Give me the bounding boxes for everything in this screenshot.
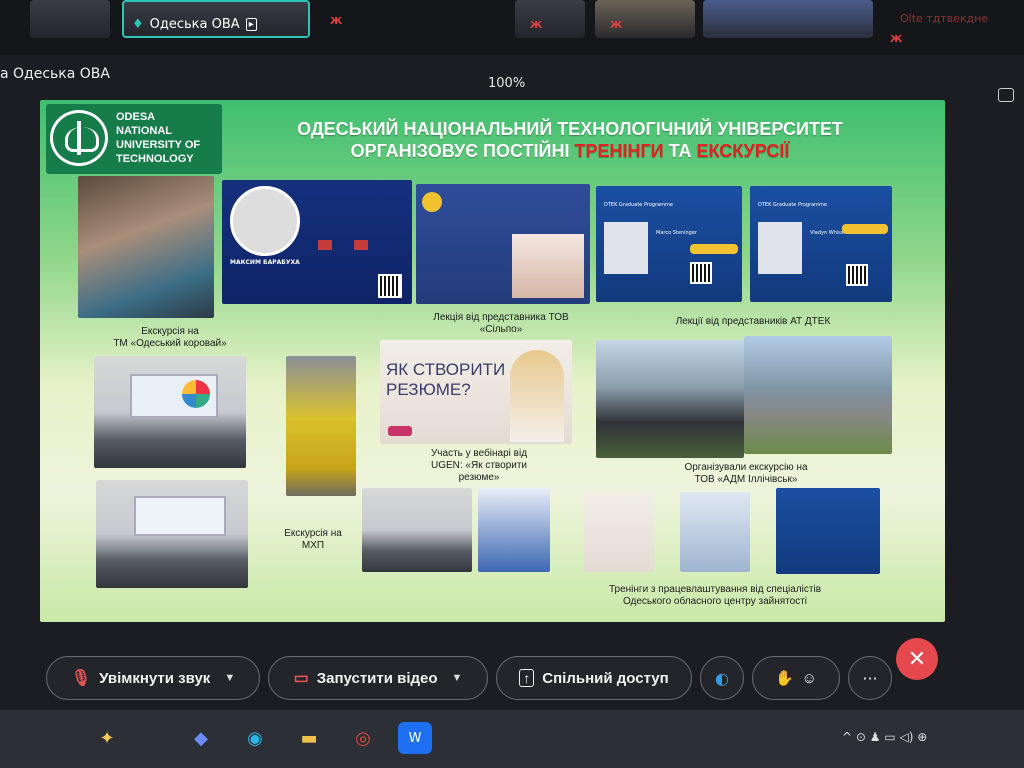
reactions-button[interactable]: ✋ ☺ [752,656,840,700]
participant-tile-active[interactable]: ♦ Одеська ОВА ▸ [122,0,310,38]
file-explorer-icon[interactable]: ▬ [292,722,326,754]
caption-webinar: Участь у вебінарі від UGEN: «Як створити… [430,448,528,483]
emoji-icon: ☺ [801,669,817,687]
chevron-down-icon[interactable]: ▼ [452,672,463,684]
participant-tile[interactable] [515,0,585,38]
poster-dtek-1: DTEK Graduate Programme Marco Steninger [596,186,742,302]
taskbar: ✦ ◆ ◉ ▬ ◎ W ^ ⊙ ♟ ▭ ◁) ⊕ [0,710,1024,768]
poster-dtek-2: DTEK Graduate Programme Vladyn Whiss [750,186,892,302]
muted-mic-icon: Ж [890,34,903,45]
participant-tile[interactable] [595,0,695,38]
university-logo: ODESA NATIONAL UNIVERSITY OF TECHNOLOGY [46,104,222,174]
qr-code-icon [846,264,868,286]
poster-training-b [584,492,654,572]
participant-tile[interactable] [703,0,873,38]
edge-icon[interactable]: ◉ [238,722,272,754]
caption-mhp: Екскурсія на МХП [284,528,342,551]
chrome-icon[interactable]: ◎ [346,722,380,754]
zoom-app-icon[interactable]: W [398,722,432,754]
unmute-button[interactable]: 🎙 Увімкнути звук ▼ [46,656,260,700]
poster-resume: ЯК СТВОРИТИ РЕЗЮМЕ? [380,340,572,444]
mic-off-icon: 🎙 [70,670,92,687]
system-tray[interactable]: ^ ⊙ ♟ ▭ ◁) ⊕ [842,730,927,744]
camera-off-icon: ▭ [293,670,309,687]
photo-training-2 [96,480,248,588]
photo-excursion-bakery [78,176,214,318]
caption-trainings: Тренінги з працевлаштування від спеціалі… [608,584,822,607]
leave-button[interactable]: ✕ [896,638,938,680]
caption-silpo: Лекція від представника ТОВ «Сільпо» [433,312,569,335]
more-options-button[interactable]: ··· [848,656,892,700]
muted-mic-icon: Ж [610,20,623,31]
muted-mic-icon: Ж [330,16,343,27]
chevron-down-icon[interactable]: ▼ [224,672,235,684]
caption-adm: Організували екскурсію на ТОВ «АДМ Ілліч… [684,462,808,485]
share-button[interactable]: ↑ Спільний доступ [496,656,692,700]
photo-mhp [286,356,356,496]
poster-silpo [416,184,590,304]
view-mode-icon[interactable] [998,88,1014,102]
poster-training-c [680,492,750,572]
poster-speaker: МАКСИМ БАРАБУХА [222,180,412,304]
qr-code-icon [378,274,402,298]
presenter-name: а Одеська ОВА [0,66,110,82]
poster-training-d [776,488,880,574]
participant-tile[interactable] [30,0,110,38]
start-video-button[interactable]: ▭ Запустити відео ▼ [268,656,488,700]
photo-adm-2 [744,336,892,454]
ai-companion-icon[interactable]: ◐ [700,656,744,700]
mic-icon: ♦ [132,17,144,32]
speaker-avatar [230,186,300,256]
participant-strip: ♦ Одеська ОВА ▸ Ж Ж Ж Ж Olte тдтвекдне [0,0,1024,55]
qr-code-icon [690,262,712,284]
photo-training-3 [362,488,472,572]
caption-korovai: Екскурсія на ТМ «Одеський коровай» [113,326,227,349]
slide-title: ОДЕСЬКИЙ НАЦІОНАЛЬНИЙ ТЕХНОЛОГІЧНИЙ УНІВ… [297,119,843,161]
shared-slide: ODESA NATIONAL UNIVERSITY OF TECHNOLOGY … [40,100,945,622]
muted-mic-icon: Ж [530,20,543,31]
close-icon: ✕ [907,646,927,672]
participant-name: ♦ Одеська ОВА ▸ [132,17,257,32]
photo-adm-1 [596,340,744,458]
hand-icon: ✋ [774,670,794,687]
copilot-icon[interactable]: ◆ [184,722,218,754]
share-screen-icon: ↑ [519,669,535,687]
poster-training-a [478,488,550,572]
caption-dtek: Лекції від представників АТ ДТЕК [675,316,831,327]
copilot-sparkle-icon[interactable]: ✦ [90,722,124,754]
wheat-emblem-icon [50,110,108,166]
photo-training-1 [94,356,246,468]
zoom-level[interactable]: 100% [488,76,525,91]
screen-share-icon: ▸ [245,18,257,31]
